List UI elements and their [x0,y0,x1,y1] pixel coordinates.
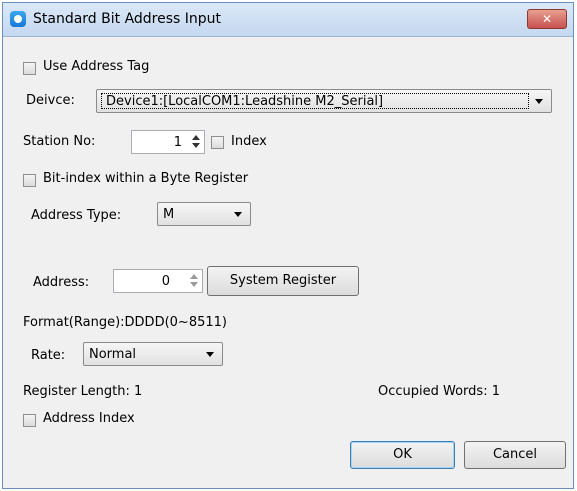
spinner-arrows-icon[interactable] [189,273,199,289]
cancel-button[interactable]: Cancel [464,441,566,469]
address-type-select[interactable]: M [157,202,251,226]
chevron-down-icon [234,212,242,217]
device-select[interactable]: Device1:[LocalCOM1:Leadshine M2_Serial] [96,89,552,113]
register-length-text: Register Length: 1 [23,384,143,399]
address-value: 0 [161,274,170,289]
station-index-checkbox[interactable] [211,136,224,149]
rate-value: Normal [89,347,137,362]
dialog-title: Standard Bit Address Input [33,11,222,27]
use-address-tag-checkbox[interactable] [23,62,36,75]
station-no-value: 1 [173,135,182,150]
bit-index-checkbox[interactable] [23,174,36,187]
chevron-down-icon [535,99,543,104]
bit-index-label: Bit-index within a Byte Register [43,171,249,186]
address-index-label: Address Index [43,411,135,426]
address-label: Address: [33,275,90,290]
ok-button[interactable]: OK [350,441,455,469]
close-button[interactable]: ✕ [527,9,567,29]
app-icon [10,11,26,27]
close-icon: ✕ [541,12,553,26]
address-type-value: M [163,207,175,222]
device-select-value: Device1:[LocalCOM1:Leadshine M2_Serial] [106,94,384,109]
rate-select[interactable]: Normal [83,342,223,366]
station-no-label: Station No: [23,134,96,149]
chevron-down-icon [206,352,214,357]
address-type-label: Address Type: [31,208,122,223]
format-range-text: Format(Range):DDDD(0~8511) [23,315,227,330]
system-register-button[interactable]: System Register [207,266,359,296]
address-stepper[interactable]: 0 [113,269,203,293]
use-address-tag-label: Use Address Tag [43,59,150,74]
rate-label: Rate: [31,348,66,363]
title-bar: Standard Bit Address Input ✕ [3,3,573,37]
spinner-arrows-icon[interactable] [191,134,201,150]
station-index-label: Index [231,134,267,149]
device-label: Deivce: [26,93,75,108]
occupied-words-text: Occupied Words: 1 [378,384,500,399]
station-no-stepper[interactable]: 1 [131,130,205,154]
address-index-checkbox[interactable] [23,414,36,427]
dialog-window: Standard Bit Address Input ✕ Use Address… [2,2,574,489]
